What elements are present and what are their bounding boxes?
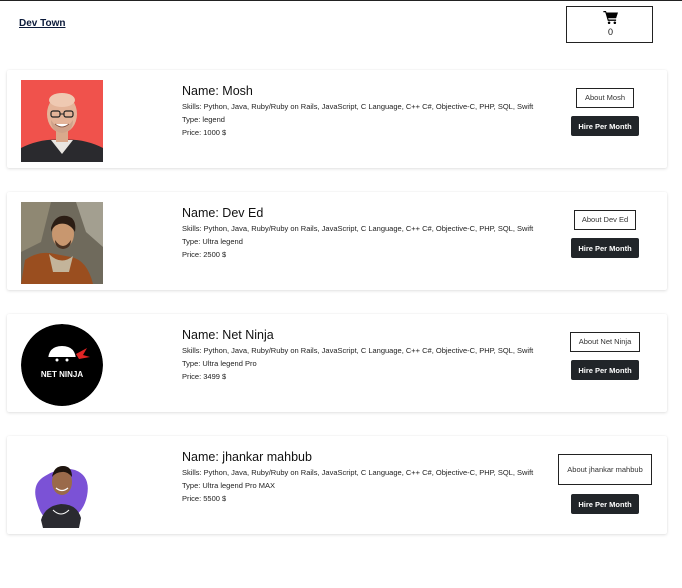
developer-name: Name: jhankar mahbub	[182, 450, 312, 464]
about-button[interactable]: About Net Ninja	[570, 332, 640, 352]
avatar-net-ninja: NET NINJA	[21, 324, 103, 406]
developer-card-dev-ed: Name: Dev Ed Skills: Python, Java, Ruby/…	[7, 192, 667, 290]
hire-per-month-button[interactable]: Hire Per Month	[571, 116, 639, 136]
developer-info: Name: Mosh Skills: Python, Java, Ruby/Ru…	[182, 84, 542, 141]
developer-info: Name: jhankar mahbub Skills: Python, Jav…	[182, 450, 542, 507]
developer-type: Type: Ultra legend Pro	[182, 359, 257, 368]
developer-skills: Skills: Python, Java, Ruby/Ruby on Rails…	[182, 102, 534, 111]
developer-name: Name: Dev Ed	[182, 206, 264, 220]
net-ninja-logo-text: NET NINJA	[41, 370, 83, 379]
cart-count: 0	[607, 27, 613, 37]
about-button[interactable]: About Mosh	[576, 88, 634, 108]
hire-per-month-button[interactable]: Hire Per Month	[571, 494, 639, 514]
brand-link[interactable]: Dev Town	[19, 18, 65, 29]
jhankar-mahbub-photo	[21, 446, 103, 528]
developer-price: Price: 2500 $	[182, 250, 227, 259]
about-button[interactable]: About jhankar mahbub	[558, 454, 652, 485]
developer-card-net-ninja: NET NINJA Name: Net Ninja Skills: Python…	[7, 314, 667, 412]
mosh-photo	[21, 80, 103, 162]
developer-name: Name: Mosh	[182, 84, 253, 98]
developer-card-jhankar-mahbub: Name: jhankar mahbub Skills: Python, Jav…	[7, 436, 667, 534]
developer-card-mosh: Name: Mosh Skills: Python, Java, Ruby/Ru…	[7, 70, 667, 168]
about-button[interactable]: About Dev Ed	[574, 210, 636, 230]
developer-skills: Skills: Python, Java, Ruby/Ruby on Rails…	[182, 468, 534, 477]
developer-price: Price: 1000 $	[182, 128, 227, 137]
developer-info: Name: Dev Ed Skills: Python, Java, Ruby/…	[182, 206, 542, 263]
hire-per-month-button[interactable]: Hire Per Month	[571, 360, 639, 380]
avatar-mosh	[21, 80, 103, 162]
developer-price: Price: 3499 $	[182, 372, 227, 381]
avatar-dev-ed	[21, 202, 103, 284]
net-ninja-logo: NET NINJA	[21, 324, 103, 406]
developer-type: Type: legend	[182, 115, 225, 124]
developer-skills: Skills: Python, Java, Ruby/Ruby on Rails…	[182, 346, 534, 355]
developer-info: Name: Net Ninja Skills: Python, Java, Ru…	[182, 328, 542, 385]
developer-skills: Skills: Python, Java, Ruby/Ruby on Rails…	[182, 224, 534, 233]
developer-type: Type: Ultra legend Pro MAX	[182, 481, 275, 490]
developer-price: Price: 5500 $	[182, 494, 227, 503]
dev-ed-photo	[21, 202, 103, 284]
developer-type: Type: Ultra legend	[182, 237, 243, 246]
avatar-jhankar-mahbub	[21, 446, 103, 528]
shopping-cart-icon	[603, 10, 618, 24]
navbar: Dev Town 0	[0, 1, 682, 51]
cart-button[interactable]: 0	[566, 6, 653, 43]
hire-per-month-button[interactable]: Hire Per Month	[571, 238, 639, 258]
developer-name: Name: Net Ninja	[182, 328, 274, 342]
